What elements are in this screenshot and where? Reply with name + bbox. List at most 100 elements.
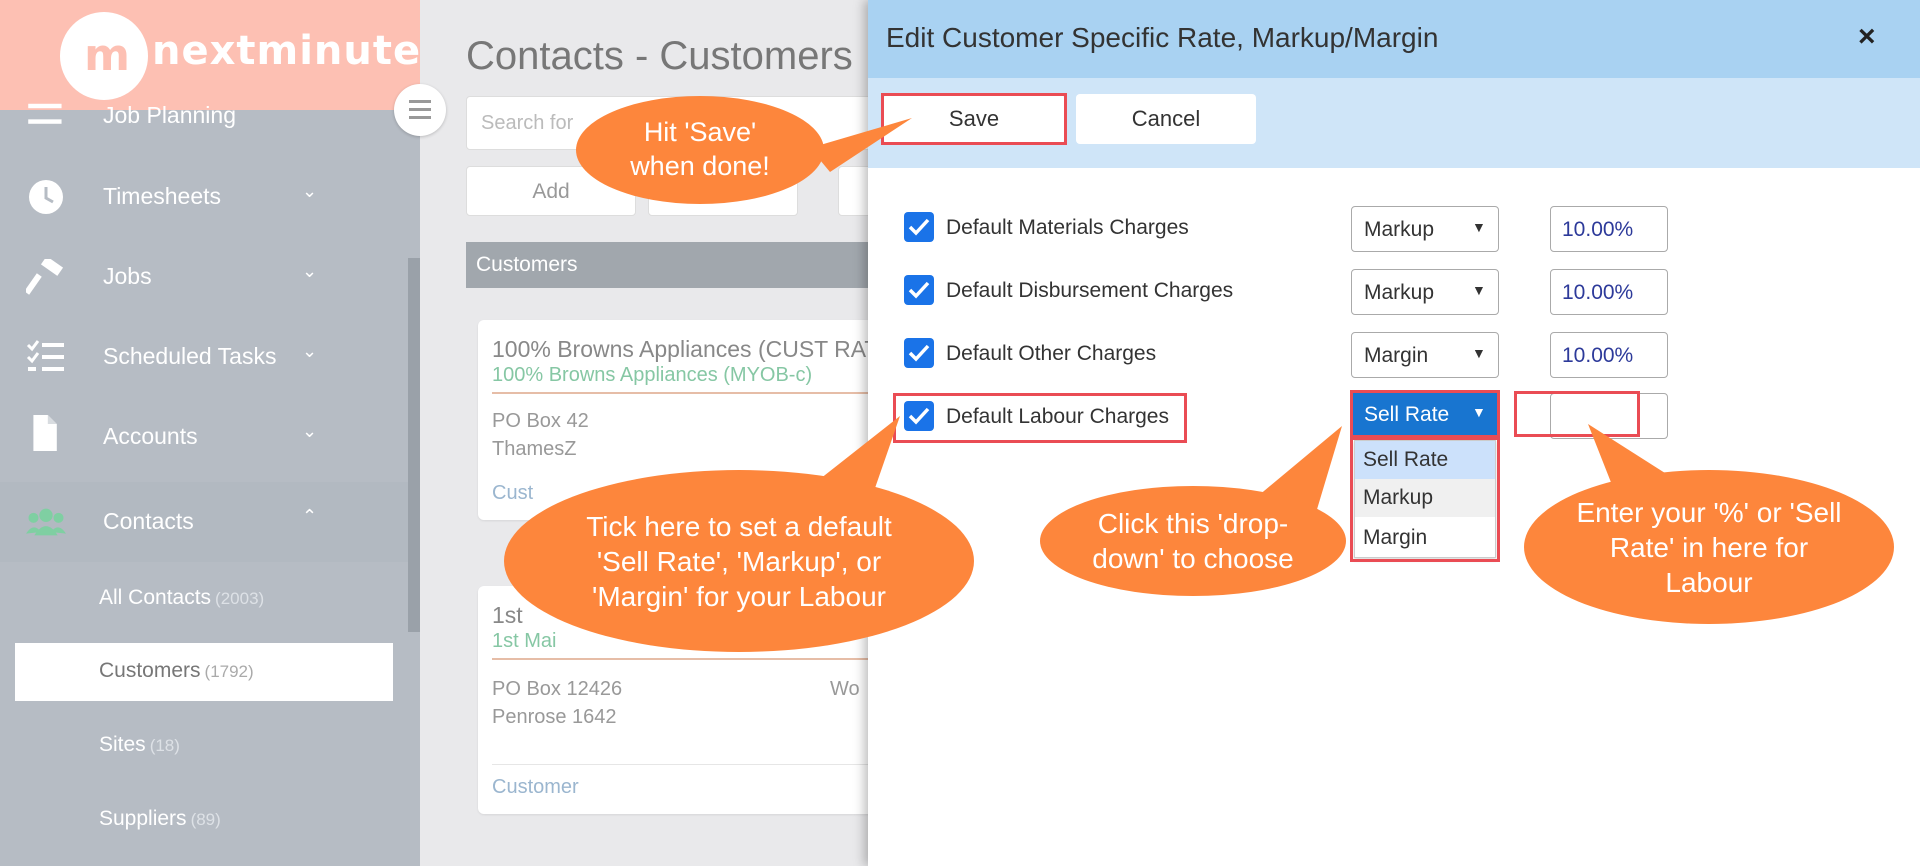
checkmark-icon	[908, 344, 930, 362]
sidebar-item-label: Scheduled Tasks	[103, 343, 277, 369]
group-icon	[26, 508, 66, 536]
sidebar-item-jobs[interactable]: Jobs ⌄	[0, 237, 420, 317]
card-type-link[interactable]: Cust	[492, 482, 533, 505]
subitem-label: Sites	[99, 733, 146, 756]
dropdown-arrow-icon: ▼	[1472, 282, 1486, 298]
dropdown-option-margin[interactable]: Margin	[1355, 519, 1495, 557]
subitem-label: Suppliers	[99, 807, 187, 830]
callout-text: Tick here to set a default 'Sell Rate', …	[586, 510, 892, 612]
enter-callout: Enter your '%' or 'Sell Rate' in here fo…	[1524, 470, 1894, 624]
sidebar: m nextminute Job Planning Timesheets ⌄ J…	[0, 0, 420, 866]
materials-checkbox[interactable]	[904, 212, 934, 242]
sidebar-scrollbar[interactable]	[408, 258, 420, 632]
dropdown-option-sell-rate[interactable]: Sell Rate	[1355, 441, 1495, 479]
callout-text: Click this 'drop-down' to choose	[1092, 508, 1294, 574]
chevron-down-icon: ⌄	[302, 421, 318, 441]
card-subtitle: 1st Mai	[492, 630, 557, 652]
card-address-line: PO Box 12426	[492, 678, 623, 700]
card-divider	[492, 392, 912, 394]
modal-toolbar: Save Cancel	[868, 78, 1920, 168]
chevron-up-icon: ⌃	[302, 506, 318, 526]
sidebar-subitem-customers[interactable]: Customers (1792)	[15, 643, 393, 701]
menu-toggle-button[interactable]	[394, 84, 446, 136]
checkmark-icon	[908, 218, 930, 236]
edit-rate-modal: Edit Customer Specific Rate, Markup/Marg…	[868, 0, 1920, 866]
subitem-count: (1792)	[204, 662, 254, 681]
disbursement-checkbox[interactable]	[904, 275, 934, 305]
tick-callout: Tick here to set a default 'Sell Rate', …	[504, 470, 974, 652]
sidebar-item-label: Contacts	[103, 508, 194, 534]
card-address-line: Wo	[830, 678, 860, 700]
card-address-line: PO Box 42	[492, 410, 589, 432]
sidebar-item-label: Job Planning	[103, 102, 236, 128]
input-value: 10.00%	[1562, 218, 1634, 241]
rate-row-other: Default Other Charges Margin ▼ 10.00%	[904, 332, 1884, 382]
card-title: 1st	[492, 602, 523, 628]
row-label: Default Materials Charges	[946, 216, 1189, 239]
checkmark-icon	[908, 281, 930, 299]
subitem-count: (2003)	[215, 589, 265, 608]
rate-row-materials: Default Materials Charges Markup ▼ 10.00%	[904, 206, 1884, 256]
sidebar-item-label: Jobs	[103, 263, 152, 289]
card-type-link[interactable]: Customer	[492, 776, 579, 799]
subitem-label: Customers	[99, 659, 201, 682]
chevron-down-icon: ⌄	[302, 341, 318, 361]
dropdown-arrow-icon: ▼	[1472, 404, 1486, 420]
select-value: Markup	[1364, 281, 1435, 304]
checkmark-icon	[908, 407, 930, 425]
subitem-label: All Contacts	[99, 586, 212, 609]
menu-icon	[28, 103, 62, 124]
cancel-button[interactable]: Cancel	[1076, 94, 1256, 144]
input-value: 10.00%	[1562, 344, 1634, 367]
charge-type-dropdown: Sell Rate Markup Margin	[1354, 440, 1496, 558]
sidebar-subitem-all-contacts[interactable]: All Contacts (2003)	[15, 570, 393, 628]
modal-header: Edit Customer Specific Rate, Markup/Marg…	[868, 0, 1920, 78]
sidebar-item-contacts[interactable]: Contacts ⌃	[0, 482, 420, 562]
charge-value-input[interactable]: 10.00%	[1550, 206, 1668, 252]
row-label: Default Disbursement Charges	[946, 279, 1234, 302]
charge-type-select[interactable]: Markup ▼	[1351, 206, 1499, 252]
dropdown-arrow-icon: ▼	[1472, 345, 1486, 361]
sidebar-item-scheduled-tasks[interactable]: Scheduled Tasks ⌄	[0, 317, 420, 397]
modal-title: Edit Customer Specific Rate, Markup/Marg…	[886, 22, 1439, 53]
charge-type-select[interactable]: Markup ▼	[1351, 269, 1499, 315]
sidebar-subitem-suppliers[interactable]: Suppliers (89)	[15, 791, 393, 849]
card-address-line: ThamesZ	[492, 438, 577, 460]
row-label: Default Other Charges	[946, 342, 1157, 365]
chevron-down-icon: ⌄	[302, 181, 318, 201]
charge-type-select[interactable]: Sell Rate ▼	[1351, 391, 1499, 437]
document-icon	[33, 415, 57, 451]
dropdown-arrow-icon: ▼	[1472, 219, 1486, 235]
select-value: Sell Rate	[1364, 403, 1450, 426]
row-label: Default Labour Charges	[946, 405, 1169, 428]
card-divider	[492, 658, 912, 660]
charge-value-input[interactable]: 10.00%	[1550, 269, 1668, 315]
save-callout: Hit 'Save' when done!	[576, 96, 824, 204]
sidebar-subitem-sites[interactable]: Sites (18)	[15, 717, 393, 775]
sidebar-item-job-planning[interactable]: Job Planning	[0, 84, 420, 144]
hammer-icon	[26, 259, 64, 295]
sidebar-item-label: Timesheets	[103, 183, 222, 209]
sidebar-item-accounts[interactable]: Accounts ⌄	[0, 397, 420, 477]
chevron-down-icon: ⌄	[302, 261, 318, 281]
other-checkbox[interactable]	[904, 338, 934, 368]
page-title: Contacts - Customers	[466, 34, 853, 78]
card-address-line: Penrose 1642	[492, 706, 617, 728]
input-value: 10.00%	[1562, 281, 1634, 304]
sidebar-item-timesheets[interactable]: Timesheets ⌄	[0, 157, 420, 237]
section-header: Customers	[466, 242, 926, 288]
charge-type-select[interactable]: Margin ▼	[1351, 332, 1499, 378]
dropdown-callout: Click this 'drop-down' to choose	[1040, 486, 1346, 596]
select-value: Markup	[1364, 218, 1435, 241]
callout-text: Hit 'Save' when done!	[630, 117, 770, 181]
dropdown-option-markup[interactable]: Markup	[1355, 479, 1495, 517]
checklist-icon	[26, 340, 64, 371]
subitem-count: (89)	[190, 810, 221, 829]
close-icon[interactable]: ×	[1858, 20, 1876, 54]
card-subtitle: 100% Browns Appliances (MYOB-c)	[492, 364, 813, 386]
subitem-count: (18)	[149, 736, 180, 755]
callout-text: Enter your '%' or 'Sell Rate' in here fo…	[1576, 496, 1842, 598]
charge-value-input[interactable]: 10.00%	[1550, 332, 1668, 378]
logo-mark-text: m	[84, 30, 130, 81]
sidebar-item-label: Accounts	[103, 423, 198, 449]
